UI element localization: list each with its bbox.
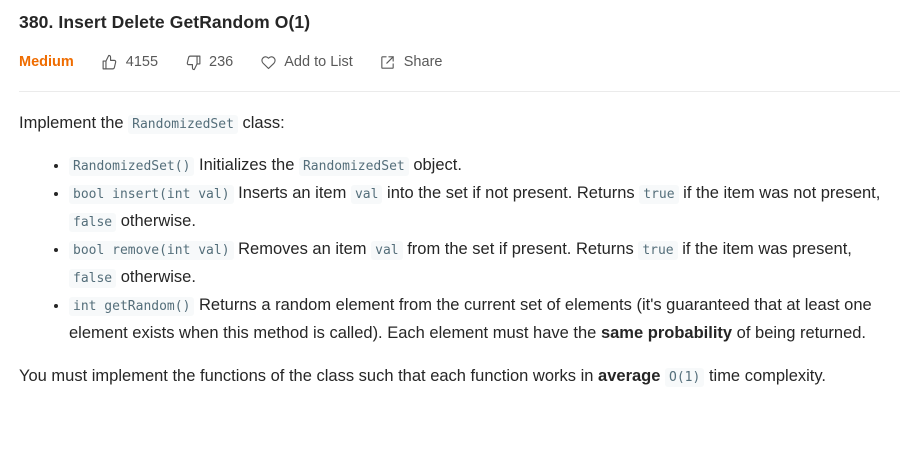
share-button[interactable]: Share <box>379 53 443 71</box>
like-count: 4155 <box>125 54 159 70</box>
thumbs-up-icon <box>101 53 119 71</box>
list-item-text: of being returned. <box>736 324 867 342</box>
list-item: RandomizedSet() Initializes the Randomiz… <box>69 152 894 180</box>
list-item-text: Removes an item <box>238 240 367 258</box>
share-icon <box>379 53 397 71</box>
emphasis-text: average <box>598 367 661 385</box>
list-item-text: from the set if present. Returns <box>407 240 634 258</box>
complexity-text: time complexity. <box>708 367 826 385</box>
list-item-text: if the item was present, <box>682 240 852 258</box>
inline-code: val <box>371 241 403 260</box>
share-label: Share <box>403 54 443 70</box>
list-item-text: Inserts an item <box>238 184 347 202</box>
dislike-count: 236 <box>209 54 234 70</box>
problem-meta-bar: Medium 4155 236 Add to List Share <box>19 50 468 74</box>
complexity-text: You must implement the functions of the … <box>19 367 594 385</box>
inline-code: val <box>350 185 383 204</box>
thumbs-down-icon <box>184 53 202 71</box>
list-item: bool insert(int val) Inserts an item val… <box>69 180 894 236</box>
list-item-text: if the item was not present, <box>683 184 881 202</box>
add-to-list-button[interactable]: Add to List <box>259 53 353 71</box>
dislike-button[interactable]: 236 <box>184 53 233 71</box>
inline-code: bool insert(int val) <box>69 185 234 204</box>
add-to-list-label: Add to List <box>284 54 353 70</box>
inline-code: false <box>69 213 117 232</box>
list-item: int getRandom() Returns a random element… <box>69 292 894 347</box>
heart-icon <box>259 53 277 71</box>
list-item-text: object. <box>413 156 462 174</box>
list-item-text: Initializes the <box>199 156 295 174</box>
method-list: RandomizedSet() Initializes the Randomiz… <box>19 152 894 347</box>
problem-title: 380. Insert Delete GetRandom O(1) <box>19 12 311 32</box>
inline-code: false <box>69 269 117 288</box>
list-item-text: into the set if not present. Returns <box>387 184 635 202</box>
intro-text: class: <box>242 114 285 132</box>
header-divider <box>19 91 900 92</box>
inline-code: O(1) <box>665 368 705 387</box>
intro-text: Implement the <box>19 114 124 132</box>
difficulty-badge: Medium <box>19 54 74 70</box>
list-item-text: otherwise. <box>120 212 196 230</box>
like-button[interactable]: 4155 <box>101 53 158 71</box>
inline-code: RandomizedSet <box>128 115 238 134</box>
inline-code: RandomizedSet <box>298 157 409 176</box>
complexity-paragraph: You must implement the functions of the … <box>19 363 894 391</box>
problem-description-panel: 380. Insert Delete GetRandom O(1) Medium… <box>0 0 900 459</box>
inline-code: true <box>638 241 678 260</box>
inline-code: int getRandom() <box>69 297 195 316</box>
list-item: bool remove(int val) Removes an item val… <box>69 236 894 292</box>
inline-code: RandomizedSet() <box>69 157 195 176</box>
emphasis-text: same probability <box>600 324 733 342</box>
inline-code: bool remove(int val) <box>69 241 234 260</box>
list-item-text: otherwise. <box>120 268 196 286</box>
intro-paragraph: Implement the RandomizedSet class: <box>19 110 894 138</box>
problem-content: Implement the RandomizedSet class: Rando… <box>19 110 894 391</box>
inline-code: true <box>639 185 679 204</box>
